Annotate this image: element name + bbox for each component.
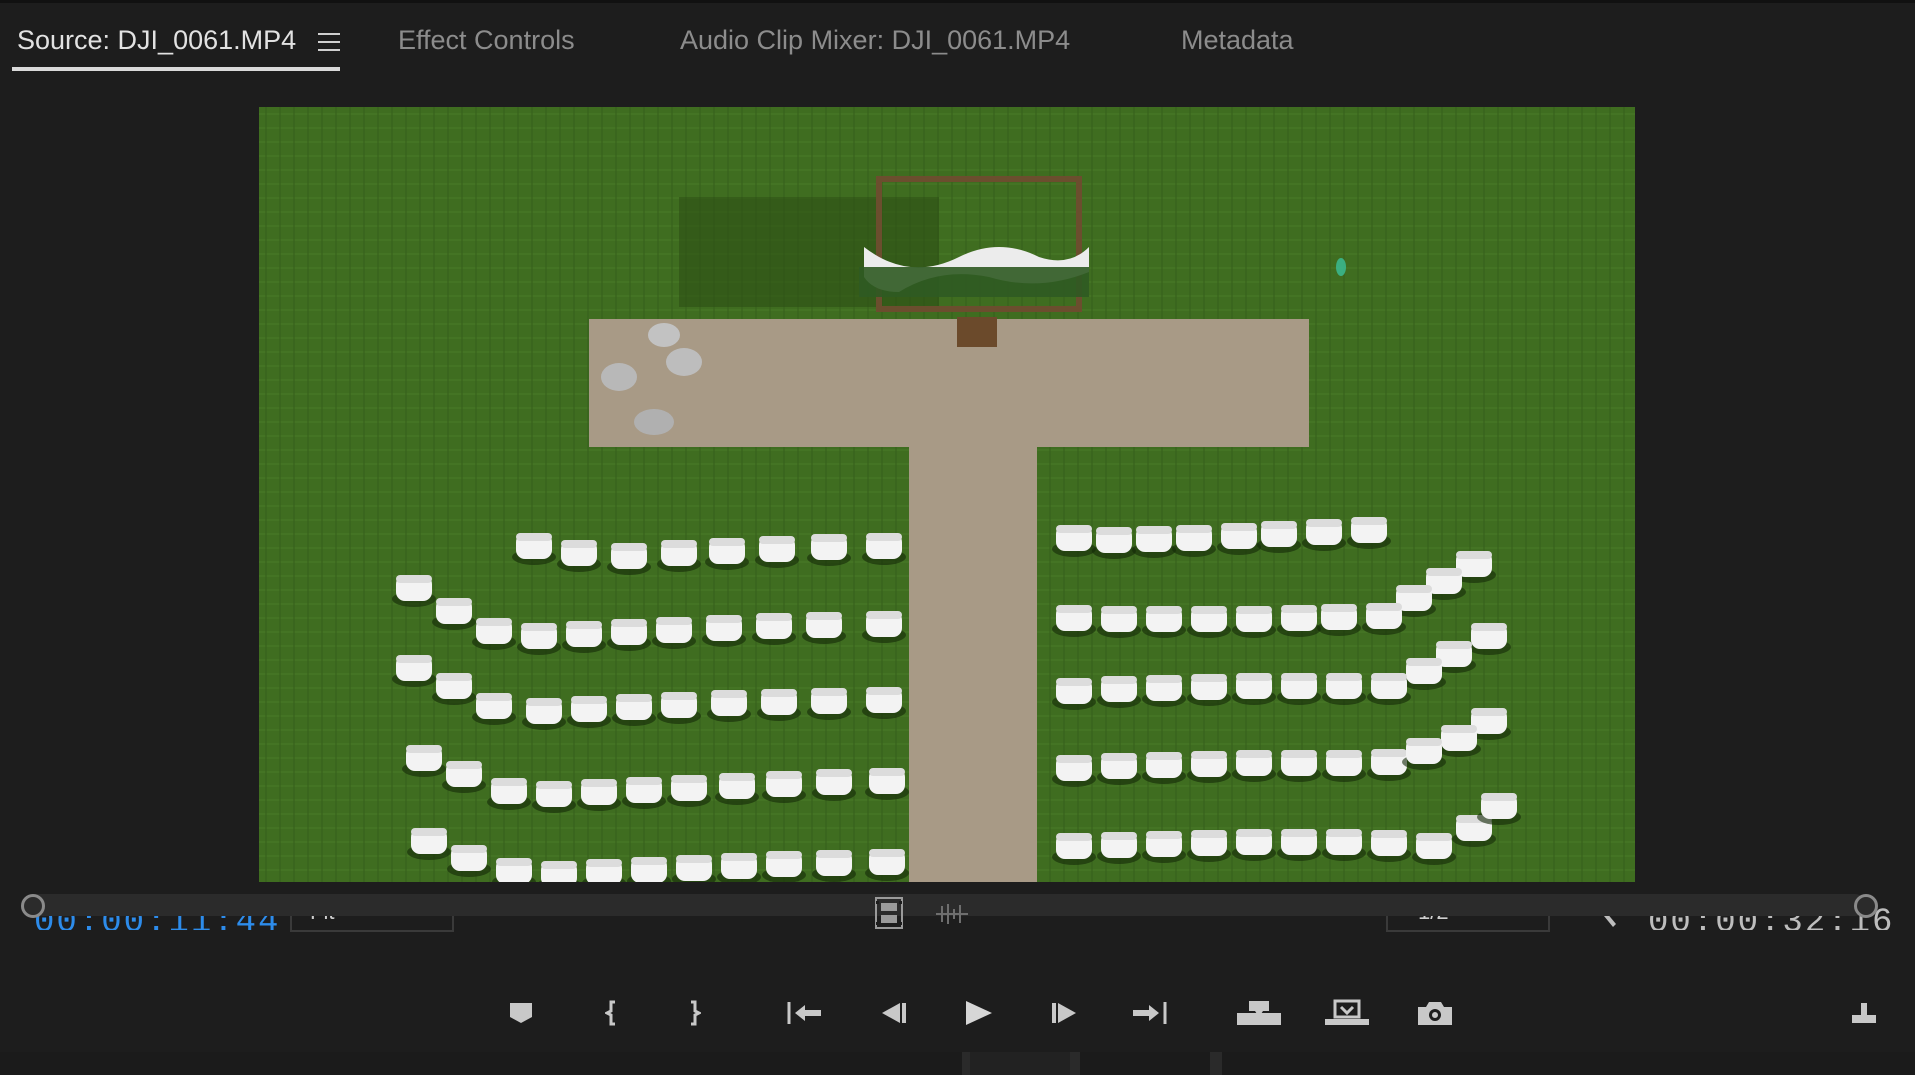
overwrite-icon[interactable] xyxy=(1322,992,1372,1034)
bottom-strip-segment xyxy=(1222,1052,1915,1075)
tab-audio-clip-mixer[interactable]: Audio Clip Mixer: DJI_0061.MP4 xyxy=(680,25,1070,56)
film-strip-icon[interactable] xyxy=(874,896,904,930)
step-back-icon[interactable] xyxy=(874,992,910,1034)
tab-source[interactable]: Source: DJI_0061.MP4 xyxy=(17,25,296,56)
add-marker-icon[interactable] xyxy=(506,992,536,1034)
mark-in-icon[interactable] xyxy=(600,992,624,1034)
panel-bottom-strip xyxy=(0,1052,1915,1075)
aerial-ceremony-image xyxy=(259,107,1635,882)
bottom-strip-segment xyxy=(0,1052,962,1075)
play-icon[interactable] xyxy=(960,992,996,1034)
transport-controls xyxy=(0,992,1915,1050)
step-forward-icon[interactable] xyxy=(1048,992,1084,1034)
tab-metadata[interactable]: Metadata xyxy=(1181,25,1294,56)
bottom-strip-segment xyxy=(1080,1052,1210,1075)
active-tab-indicator xyxy=(12,67,340,71)
waveform-icon[interactable] xyxy=(934,902,970,926)
button-editor-icon[interactable] xyxy=(1848,992,1880,1034)
source-monitor-video-frame[interactable] xyxy=(259,107,1635,882)
panel-tab-bar: Source: DJI_0061.MP4 Effect Controls Aud… xyxy=(0,0,1915,84)
bottom-strip-segment xyxy=(970,1052,1070,1075)
export-frame-icon[interactable] xyxy=(1414,992,1456,1034)
go-to-in-icon[interactable] xyxy=(784,992,824,1034)
zoom-start-handle[interactable] xyxy=(21,894,45,918)
tab-effect-controls[interactable]: Effect Controls xyxy=(398,25,575,56)
insert-icon[interactable] xyxy=(1234,992,1284,1034)
go-to-out-icon[interactable] xyxy=(1130,992,1170,1034)
hamburger-icon[interactable] xyxy=(318,33,340,53)
mark-out-icon[interactable] xyxy=(682,992,706,1034)
zoom-end-handle[interactable] xyxy=(1854,894,1878,918)
